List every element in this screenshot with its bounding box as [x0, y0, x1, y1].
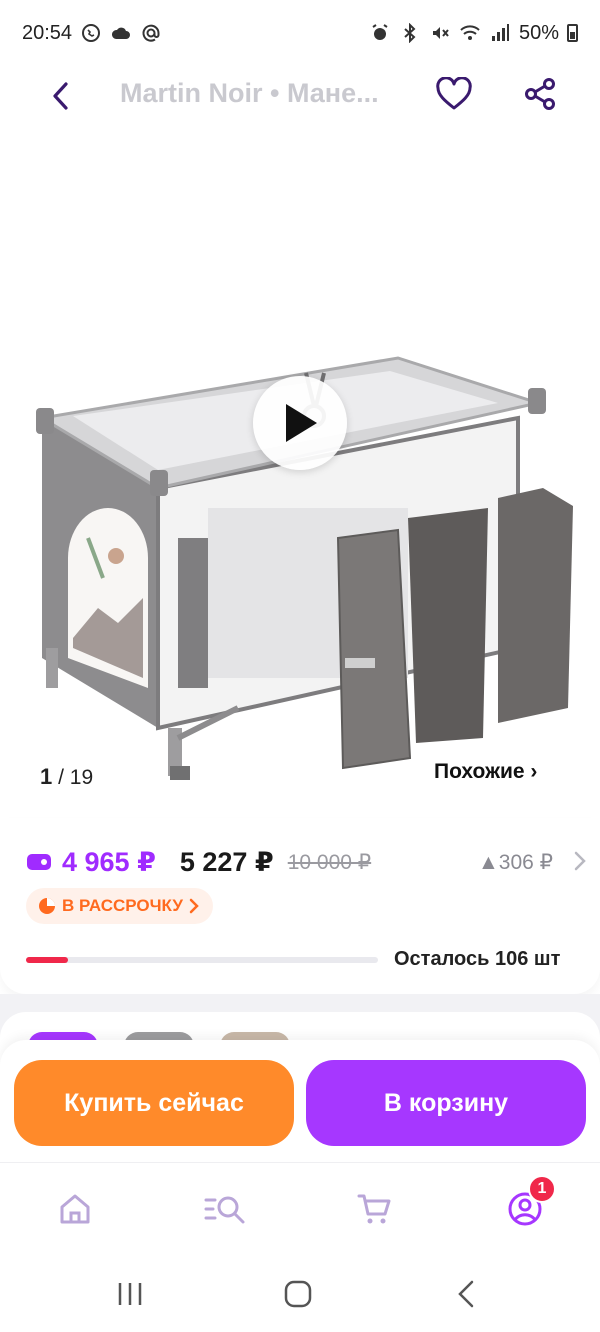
wifi-icon	[459, 22, 481, 44]
battery-icon	[567, 24, 578, 42]
mute-icon	[429, 22, 451, 44]
status-right: 50%	[369, 22, 578, 45]
recent-apps-button[interactable]	[108, 1272, 152, 1316]
stock-remaining: Осталось 106 шт	[394, 948, 561, 970]
app-header: Martin Noir • Мане...	[0, 66, 600, 128]
product-image	[36, 356, 573, 780]
share-icon	[525, 78, 555, 110]
page-title: Martin Noir • Мане...	[120, 78, 379, 108]
tab-profile[interactable]: 1	[500, 1175, 556, 1233]
cloud-icon	[110, 22, 132, 44]
status-time: 20:54	[22, 21, 73, 44]
at-sign-icon	[140, 22, 162, 44]
old-price: 10 000 ₽	[287, 850, 372, 874]
back-button[interactable]	[40, 74, 80, 118]
home-icon	[60, 1194, 90, 1224]
tab-catalog[interactable]	[200, 1185, 250, 1233]
image-counter: 1 / 19	[40, 764, 93, 790]
notification-badge: 1	[528, 1175, 556, 1203]
tab-home[interactable]	[50, 1185, 100, 1233]
image-counter-current: 1	[40, 764, 53, 789]
heart-icon	[436, 77, 472, 110]
signal-icon	[489, 22, 511, 44]
product-gallery[interactable]: 1 / 19 Похожие ›	[0, 128, 600, 818]
recent-apps-icon	[118, 1283, 142, 1305]
status-left: 20:54	[22, 22, 162, 45]
home-system-button[interactable]	[276, 1272, 320, 1316]
installment-button[interactable]: В РАССРОЧКУ	[26, 888, 213, 924]
card-price: 4 965 ₽	[62, 846, 156, 877]
price-details-button[interactable]	[568, 846, 592, 876]
play-icon	[286, 404, 317, 442]
chevron-right-icon	[574, 851, 586, 871]
bluetooth-icon	[399, 22, 421, 44]
buy-now-button[interactable]: Купить сейчас	[14, 1060, 294, 1146]
back-system-button[interactable]	[444, 1272, 488, 1316]
similar-products-button[interactable]: Похожие ›	[420, 750, 552, 794]
favorite-button[interactable]	[432, 72, 476, 116]
battery-percent: 50%	[518, 21, 559, 44]
stock-progress-fill	[26, 957, 69, 963]
viber-icon	[80, 22, 102, 44]
play-video-button[interactable]	[253, 376, 347, 470]
add-to-cart-button[interactable]: В корзину	[306, 1060, 586, 1146]
installment-pie-icon	[39, 898, 55, 914]
cart-icon	[357, 1194, 391, 1224]
home-square-icon	[284, 1280, 312, 1308]
stock-progress-bar	[26, 957, 378, 963]
image-counter-total: / 19	[58, 766, 94, 789]
chevron-left-icon	[53, 82, 68, 110]
alarm-icon	[369, 22, 391, 44]
bottom-tab-bar: 1	[0, 1162, 600, 1254]
action-bar: Купить сейчас В корзину	[0, 1040, 600, 1162]
system-navigation-bar	[0, 1254, 600, 1332]
tab-cart[interactable]	[350, 1185, 400, 1233]
wallet-card-icon	[27, 854, 51, 870]
price-row: 4 965 ₽ 5 227 ₽ 10 000 ₽ ▲306 ₽	[26, 844, 586, 880]
back-chevron-icon	[458, 1280, 474, 1308]
share-button[interactable]	[518, 72, 562, 116]
status-bar: 20:54 50%	[0, 0, 600, 66]
chevron-right-icon	[189, 898, 199, 914]
catalog-search-icon	[204, 1196, 245, 1224]
price-change: ▲306 ₽	[478, 851, 554, 874]
installment-label: В РАССРОЧКУ	[62, 896, 183, 915]
regular-price: 5 227 ₽	[179, 846, 274, 877]
similar-products-label: Похожие ›	[434, 760, 538, 783]
price-card: 4 965 ₽ 5 227 ₽ 10 000 ₽ ▲306 ₽ В РАССРО…	[0, 818, 600, 994]
